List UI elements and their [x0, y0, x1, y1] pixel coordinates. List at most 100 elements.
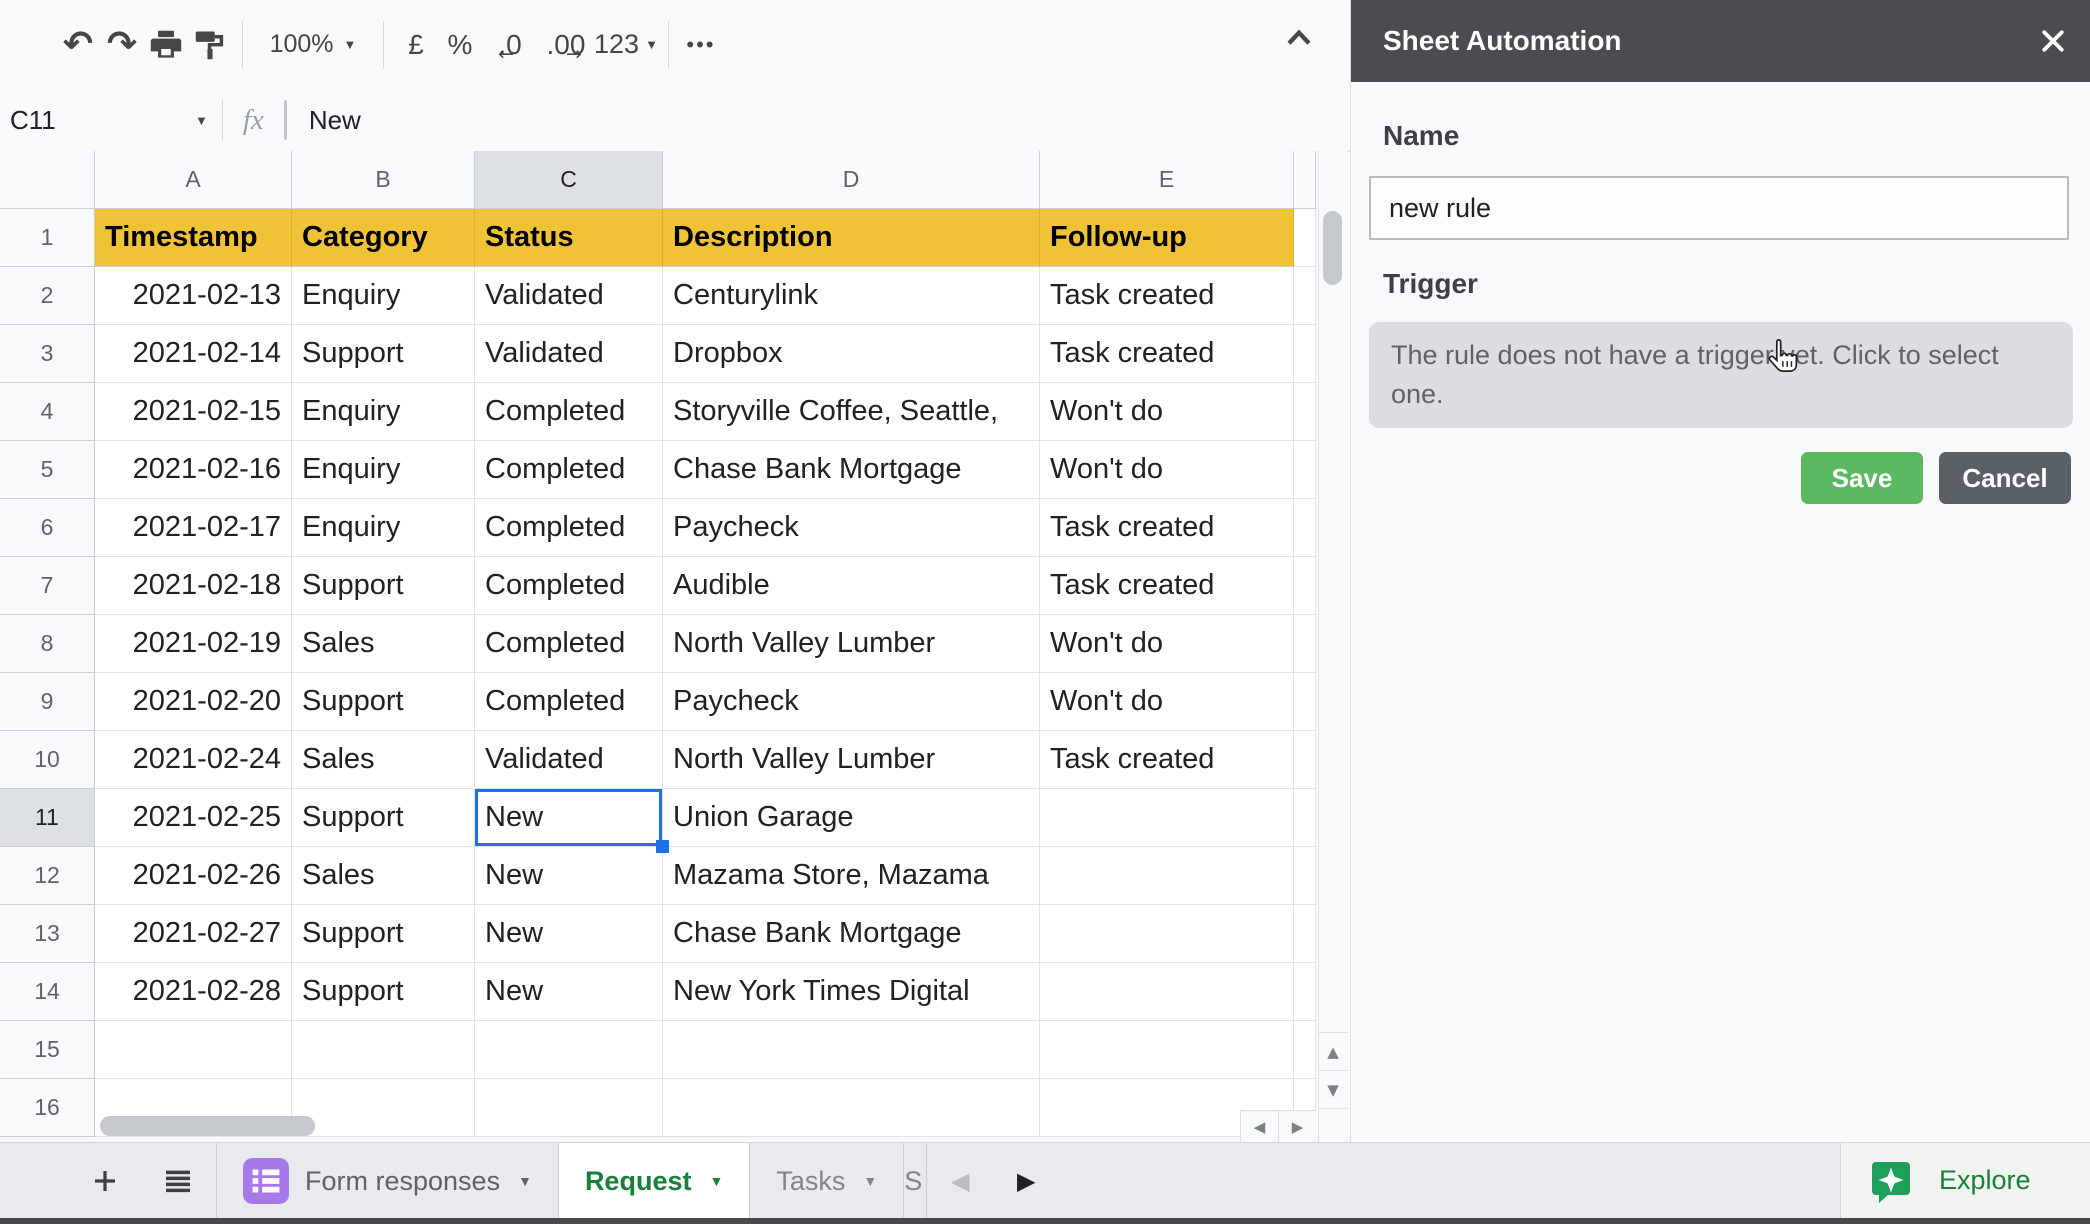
cancel-button[interactable]: Cancel — [1939, 452, 2071, 504]
cell-B8[interactable]: Sales — [292, 615, 475, 673]
cell-A10[interactable]: 2021-02-24 — [95, 731, 292, 789]
cell-C10[interactable]: Validated — [475, 731, 663, 789]
row-header-8[interactable]: 8 — [0, 615, 95, 673]
cell-C6[interactable]: Completed — [475, 499, 663, 557]
cell-A4[interactable]: 2021-02-15 — [95, 383, 292, 441]
cell-A11[interactable]: 2021-02-25 — [95, 789, 292, 847]
tab-tasks[interactable]: Tasks ▼ — [750, 1143, 903, 1219]
row-header-14[interactable]: 14 — [0, 963, 95, 1021]
tab-request[interactable]: Request ▼ — [559, 1143, 749, 1219]
cell-F3[interactable] — [1294, 325, 1316, 383]
grid-corner[interactable] — [0, 151, 95, 209]
cell-F8[interactable] — [1294, 615, 1316, 673]
column-header-D[interactable]: D — [663, 151, 1040, 209]
row-header-16[interactable]: 16 — [0, 1079, 95, 1137]
rule-name-input[interactable] — [1369, 176, 2069, 240]
tab-scroll-right-button[interactable]: ▶ — [993, 1143, 1059, 1219]
tab-clipped[interactable]: S — [904, 1143, 926, 1219]
formula-input[interactable]: New — [309, 105, 361, 136]
cell-B3[interactable]: Support — [292, 325, 475, 383]
cell-D13[interactable]: Chase Bank Mortgage — [663, 905, 1040, 963]
row-header-13[interactable]: 13 — [0, 905, 95, 963]
cell-C3[interactable]: Validated — [475, 325, 663, 383]
cell-E5[interactable]: Won't do — [1040, 441, 1294, 499]
cell-C1[interactable]: Status — [475, 209, 663, 267]
cell-D5[interactable]: Chase Bank Mortgage — [663, 441, 1040, 499]
cell-E3[interactable]: Task created — [1040, 325, 1294, 383]
cell-B11[interactable]: Support — [292, 789, 475, 847]
cell-D8[interactable]: North Valley Lumber — [663, 615, 1040, 673]
cell-B10[interactable]: Sales — [292, 731, 475, 789]
cell-F1[interactable] — [1294, 209, 1316, 267]
print-button[interactable] — [144, 17, 188, 73]
cell-D9[interactable]: Paycheck — [663, 673, 1040, 731]
cell-C8[interactable]: Completed — [475, 615, 663, 673]
cell-F12[interactable] — [1294, 847, 1316, 905]
row-header-5[interactable]: 5 — [0, 441, 95, 499]
row-header-7[interactable]: 7 — [0, 557, 95, 615]
name-box-dropdown[interactable]: ▼ — [195, 113, 208, 128]
explore-button[interactable]: Explore — [1867, 1157, 2031, 1205]
cell-D3[interactable]: Dropbox — [663, 325, 1040, 383]
column-header-A[interactable]: A — [95, 151, 292, 209]
row-header-12[interactable]: 12 — [0, 847, 95, 905]
row-header-6[interactable]: 6 — [0, 499, 95, 557]
cell-A7[interactable]: 2021-02-18 — [95, 557, 292, 615]
cell-A12[interactable]: 2021-02-26 — [95, 847, 292, 905]
add-sheet-button[interactable] — [70, 1143, 140, 1219]
name-box[interactable]: C11 — [10, 105, 195, 136]
cell-D4[interactable]: Storyville Coffee, Seattle, — [663, 383, 1040, 441]
cell-E7[interactable]: Task created — [1040, 557, 1294, 615]
cell-E6[interactable]: Task created — [1040, 499, 1294, 557]
cell-B4[interactable]: Enquiry — [292, 383, 475, 441]
cell-E12[interactable] — [1040, 847, 1294, 905]
scroll-left-button[interactable]: ◀ — [1240, 1110, 1278, 1142]
percent-format-button[interactable]: % — [438, 17, 482, 73]
cell-F7[interactable] — [1294, 557, 1316, 615]
cell-C15[interactable] — [475, 1021, 663, 1079]
cell-E14[interactable] — [1040, 963, 1294, 1021]
tab-scroll-left-button[interactable]: ◀ — [927, 1143, 993, 1219]
column-header-B[interactable]: B — [292, 151, 475, 209]
cell-E13[interactable] — [1040, 905, 1294, 963]
row-header-11[interactable]: 11 — [0, 789, 95, 847]
cell-D16[interactable] — [663, 1079, 1040, 1137]
vertical-scrollbar-thumb[interactable] — [1323, 211, 1342, 285]
row-header-4[interactable]: 4 — [0, 383, 95, 441]
more-options-button[interactable]: ••• — [679, 17, 723, 73]
cell-C16[interactable] — [475, 1079, 663, 1137]
cell-D1[interactable]: Description — [663, 209, 1040, 267]
row-header-3[interactable]: 3 — [0, 325, 95, 383]
save-button[interactable]: Save — [1801, 452, 1923, 504]
cell-B1[interactable]: Category — [292, 209, 475, 267]
vertical-scrollbar[interactable]: ▲ ▼ — [1318, 151, 1348, 1142]
cell-D6[interactable]: Paycheck — [663, 499, 1040, 557]
cell-F2[interactable] — [1294, 267, 1316, 325]
cell-A2[interactable]: 2021-02-13 — [95, 267, 292, 325]
cell-D14[interactable]: New York Times Digital — [663, 963, 1040, 1021]
cell-D10[interactable]: North Valley Lumber — [663, 731, 1040, 789]
cell-E9[interactable]: Won't do — [1040, 673, 1294, 731]
cell-A1[interactable]: Timestamp — [95, 209, 292, 267]
cell-A15[interactable] — [95, 1021, 292, 1079]
collapse-toolbar-button[interactable] — [1282, 22, 1316, 61]
cell-F9[interactable] — [1294, 673, 1316, 731]
cell-B6[interactable]: Enquiry — [292, 499, 475, 557]
cell-A8[interactable]: 2021-02-19 — [95, 615, 292, 673]
cell-E11[interactable] — [1040, 789, 1294, 847]
cell-F14[interactable] — [1294, 963, 1316, 1021]
cell-F5[interactable] — [1294, 441, 1316, 499]
trigger-selector[interactable]: The rule does not have a trigger yet. Cl… — [1369, 322, 2073, 428]
scroll-down-button[interactable]: ▼ — [1319, 1070, 1347, 1108]
cell-A13[interactable]: 2021-02-27 — [95, 905, 292, 963]
cell-D2[interactable]: Centurylink — [663, 267, 1040, 325]
cell-B14[interactable]: Support — [292, 963, 475, 1021]
cell-E8[interactable]: Won't do — [1040, 615, 1294, 673]
cell-A9[interactable]: 2021-02-20 — [95, 673, 292, 731]
cell-C11[interactable]: New — [475, 789, 663, 847]
cell-E1[interactable]: Follow-up — [1040, 209, 1294, 267]
cell-B9[interactable]: Support — [292, 673, 475, 731]
cell-A6[interactable]: 2021-02-17 — [95, 499, 292, 557]
cell-E10[interactable]: Task created — [1040, 731, 1294, 789]
cell-B15[interactable] — [292, 1021, 475, 1079]
